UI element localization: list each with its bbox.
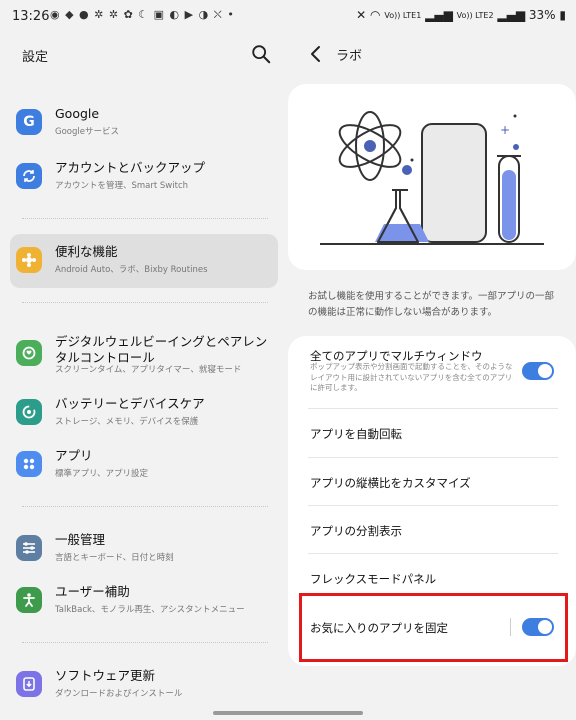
labs-description: お試し機能を使用することができます。一部アプリの一部の機能は正常に動作しない場合… (308, 291, 555, 318)
signal-icon-2: ▂▄▆ (497, 8, 526, 22)
settings-pane: 設定 G Google Googleサービス アカウントとバックアップ アカウン… (0, 34, 288, 720)
settings-item-accounts[interactable]: アカウントとバックアップ アカウントを管理、Smart Switch (10, 150, 278, 204)
battery-percent: 33% (528, 8, 556, 22)
settings-item-title: ソフトウェア更新 (55, 668, 156, 683)
settings-item-title: アカウントとバックアップ (55, 160, 206, 175)
device-care-icon (16, 399, 42, 425)
gesture-navigation-bar[interactable] (213, 711, 363, 715)
settings-item-subtitle: ダウンロードおよびインストール (55, 689, 183, 699)
settings-item-accessibility[interactable]: ユーザー補助 TalkBack、モノラル再生、アシスタントメニュー (10, 574, 278, 628)
settings-item-title: デジタルウェルビーイングとペアレンタルコントロール (55, 334, 268, 365)
divider (22, 642, 268, 643)
settings-item-title: バッテリーとデバイスケア (55, 396, 205, 411)
divider (22, 218, 268, 219)
settings-item-subtitle: TalkBack、モノラル再生、アシスタントメニュー (55, 605, 245, 615)
row-label: アプリの分割表示 (310, 524, 402, 538)
wifi-icon: ◠ (370, 8, 381, 22)
labs-title: ラボ (336, 49, 363, 64)
labs-illustration: + (288, 84, 576, 270)
notification-icons: ◉ ◆ ● ✲ ✲ ✿ ☾ ▣ ◐ ▶ ◑ ⛌ • (50, 8, 235, 21)
battery-icon: ▮ (559, 8, 566, 22)
svg-text:+: + (500, 123, 510, 137)
settings-item-subtitle: アカウントを管理、Smart Switch (55, 181, 189, 191)
divider (22, 506, 268, 507)
divider (22, 302, 268, 303)
settings-item-subtitle: スクリーンタイム、アプリタイマー、就寝モード (55, 365, 242, 375)
status-bar: 13:26 ◉ ◆ ● ✲ ✲ ✿ ☾ ▣ ◐ ▶ ◑ ⛌ • ✕ ◠ Vo))… (0, 0, 576, 34)
settings-item-title: 一般管理 (55, 532, 106, 547)
row-label: アプリを自動回転 (310, 427, 402, 441)
row-label: フレックスモードパネル (310, 572, 437, 586)
apps-icon (16, 451, 42, 477)
labs-row-aspect-ratio[interactable]: アプリの縦横比をカスタマイズ (288, 458, 576, 505)
highlight-annotation-box (299, 593, 568, 662)
row-subtitle: ポップアップ表示や分割画面で起動することを、そのようなレイアウト用に設計されてい… (310, 362, 513, 392)
labs-row-auto-rotate[interactable]: アプリを自動回転 (288, 409, 576, 456)
wellbeing-icon (16, 340, 42, 366)
settings-item-subtitle: ストレージ、メモリ、デバイスを保護 (55, 417, 199, 427)
settings-item-subtitle: 言語とキーボード、日付と時刻 (55, 553, 174, 563)
settings-item-title: アプリ (55, 448, 93, 463)
network-label-2: Vo)) LTE2 (456, 10, 494, 20)
multi-window-toggle[interactable] (522, 362, 554, 380)
advanced-features-icon (16, 247, 42, 273)
settings-item-title: ユーザー補助 (55, 584, 130, 599)
lab-equipment-illustration: + (320, 111, 544, 245)
status-time: 13:26 (12, 9, 50, 24)
settings-item-title: 便利な機能 (55, 244, 118, 259)
settings-title: 設定 (22, 50, 49, 65)
settings-item-subtitle: 標準アプリ、アプリ設定 (55, 469, 148, 479)
settings-item-google[interactable]: G Google Googleサービス (10, 96, 278, 150)
settings-item-device-care[interactable]: バッテリーとデバイスケア ストレージ、メモリ、デバイスを保護 (10, 386, 278, 440)
row-label: アプリの縦横比をカスタマイズ (310, 476, 471, 490)
general-management-icon (16, 535, 42, 561)
software-update-icon (16, 671, 42, 697)
signal-icon: ▂▄▆ (425, 8, 453, 22)
google-icon: G (16, 109, 42, 135)
settings-item-title: Google (55, 106, 100, 121)
settings-item-apps[interactable]: アプリ 標準アプリ、アプリ設定 (10, 438, 278, 492)
labs-row-multi-window[interactable]: 全てのアプリでマルチウィンドウ ポップアップ表示や分割画面で起動することを、その… (288, 336, 576, 406)
settings-item-subtitle: Android Auto、ラボ、Bixby Routines (55, 265, 208, 275)
status-right-group: ✕ ◠ Vo)) LTE1 ▂▄▆ Vo)) LTE2 ▂▄▆ 33% ▮ (356, 8, 566, 22)
accessibility-icon (16, 587, 42, 613)
settings-item-advanced-features[interactable]: 便利な機能 Android Auto、ラボ、Bixby Routines (10, 234, 278, 288)
labs-row-split-view[interactable]: アプリの分割表示 (288, 506, 576, 553)
search-icon[interactable] (250, 43, 272, 65)
sync-icon (16, 163, 42, 189)
settings-item-subtitle: Googleサービス (55, 127, 119, 137)
settings-item-software-update[interactable]: ソフトウェア更新 ダウンロードおよびインストール (10, 658, 278, 712)
mute-icon: ✕ (356, 8, 367, 22)
back-icon[interactable] (306, 44, 326, 64)
network-label-1: Vo)) LTE1 (384, 10, 422, 20)
settings-item-digital-wellbeing[interactable]: デジタルウェルビーイングとペアレンタルコントロール スクリーンタイム、アプリタイ… (10, 324, 278, 386)
settings-item-general-management[interactable]: 一般管理 言語とキーボード、日付と時刻 (10, 522, 278, 576)
